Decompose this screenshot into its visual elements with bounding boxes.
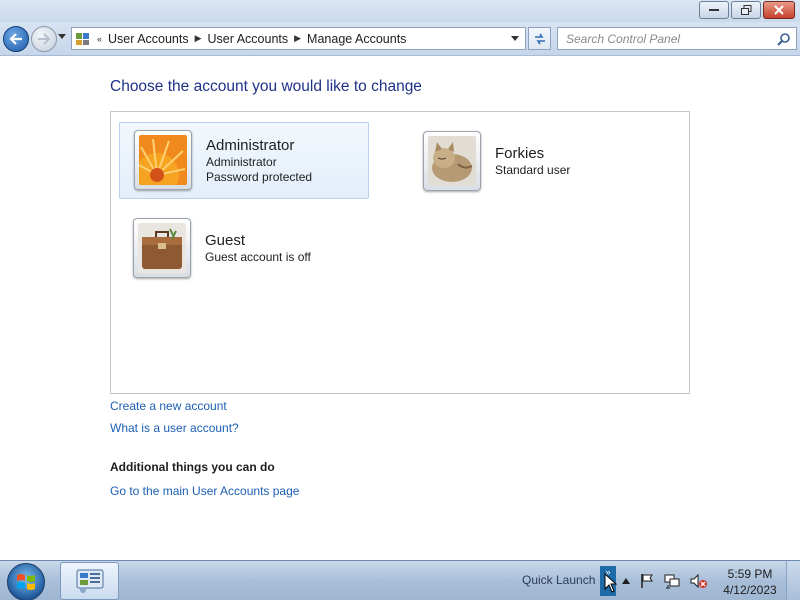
search-input[interactable] <box>566 31 777 46</box>
account-name: Administrator <box>206 137 295 154</box>
forward-button[interactable] <box>31 26 57 52</box>
notification-area <box>622 573 708 589</box>
start-button[interactable] <box>7 563 45 600</box>
recent-pages-dropdown[interactable] <box>58 34 66 39</box>
flower-picture <box>139 135 187 185</box>
account-picture-frame <box>133 218 191 278</box>
arrow-right-icon <box>38 33 51 45</box>
account-picture-frame <box>134 130 192 190</box>
control-panel-icon <box>76 569 103 593</box>
windows-logo-icon <box>17 574 35 590</box>
system-clock[interactable]: 5:59 PM 4/12/2023 <box>720 566 780 598</box>
breadcrumb-item-user-accounts-1[interactable]: User Accounts <box>108 32 189 46</box>
additional-things-heading: Additional things you can do <box>110 460 275 474</box>
account-name: Guest <box>205 232 246 249</box>
account-tile-administrator[interactable]: Administrator Administrator Password pro… <box>119 122 369 199</box>
briefcase-picture <box>138 223 186 273</box>
minimize-icon <box>709 9 719 11</box>
restore-button[interactable] <box>731 1 761 19</box>
account-info: Administrator Administrator Password pro… <box>206 137 312 185</box>
back-button[interactable] <box>3 26 29 52</box>
breadcrumb-item-user-accounts-2[interactable]: User Accounts <box>208 32 289 46</box>
show-hidden-icons-icon[interactable] <box>622 578 630 584</box>
show-desktop-button[interactable] <box>786 561 800 600</box>
account-info: Forkies Standard user <box>495 145 570 178</box>
address-bar[interactable]: « User Accounts ▶ User Accounts ▶ Manage… <box>71 27 526 50</box>
control-panel-icon <box>76 32 89 45</box>
breadcrumb-item-manage-accounts[interactable]: Manage Accounts <box>307 32 406 46</box>
minimize-button[interactable] <box>699 1 729 19</box>
action-center-flag-icon[interactable] <box>640 573 654 589</box>
clock-date: 4/12/2023 <box>723 583 777 597</box>
restore-icon <box>740 5 751 15</box>
close-icon <box>774 5 784 15</box>
arrow-left-icon <box>9 33 22 45</box>
window-controls <box>699 1 795 19</box>
mouse-cursor-icon <box>604 573 618 593</box>
account-tile-guest[interactable]: Guest Guest account is off <box>119 208 369 285</box>
main-user-accounts-page-link[interactable]: Go to the main User Accounts page <box>110 484 299 498</box>
navigation-bar: « User Accounts ▶ User Accounts ▶ Manage… <box>0 22 800 56</box>
account-name: Forkies <box>495 145 545 162</box>
kitten-picture <box>428 136 476 186</box>
search-box[interactable] <box>557 27 797 50</box>
account-status: Password protected <box>206 170 313 184</box>
breadcrumb-separator-icon[interactable]: ▶ <box>294 33 301 44</box>
what-is-user-account-link[interactable]: What is a user account? <box>110 421 239 435</box>
create-account-link[interactable]: Create a new account <box>110 399 227 413</box>
quick-launch-label: Quick Launch <box>522 573 596 587</box>
breadcrumb-separator-icon[interactable]: ▶ <box>195 33 202 44</box>
breadcrumb-overflow[interactable]: « <box>97 34 102 44</box>
account-status: Guest account is off <box>205 250 311 264</box>
network-icon[interactable] <box>664 573 680 589</box>
account-type: Administrator <box>206 155 277 169</box>
account-info: Guest Guest account is off <box>205 232 311 265</box>
address-dropdown-icon[interactable] <box>511 36 519 41</box>
taskbar-control-panel-button[interactable] <box>60 562 119 600</box>
account-type: Standard user <box>495 163 571 177</box>
volume-muted-icon[interactable] <box>690 573 708 589</box>
accounts-list: Administrator Administrator Password pro… <box>110 111 690 394</box>
refresh-button[interactable] <box>528 27 551 50</box>
page-title: Choose the account you would like to cha… <box>110 78 422 95</box>
clock-time: 5:59 PM <box>727 567 773 581</box>
account-tile-forkies[interactable]: Forkies Standard user <box>411 122 661 199</box>
refresh-icon <box>534 33 545 44</box>
close-button[interactable] <box>763 1 795 19</box>
account-picture-frame <box>423 131 481 191</box>
taskbar: Quick Launch » 5:59 PM 4/12/2023 <box>0 560 800 600</box>
search-icon[interactable] <box>777 32 791 46</box>
title-bar <box>0 0 800 22</box>
